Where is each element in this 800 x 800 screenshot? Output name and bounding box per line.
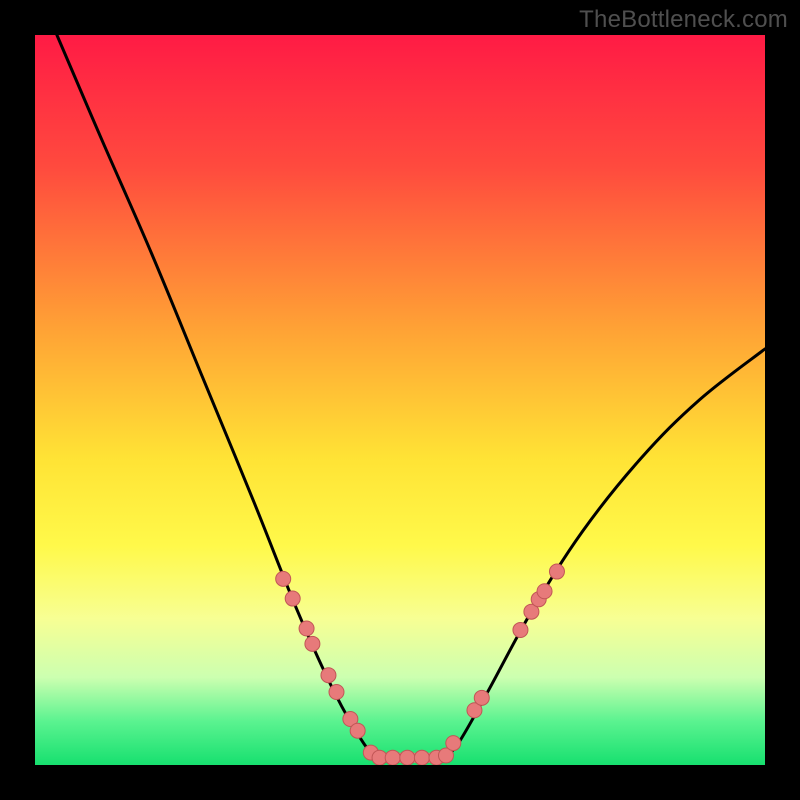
data-dot xyxy=(276,571,291,586)
data-dot xyxy=(321,668,336,683)
data-dot xyxy=(537,584,552,599)
data-dot xyxy=(446,736,461,751)
data-dot xyxy=(305,636,320,651)
data-dot xyxy=(385,750,400,765)
data-dot xyxy=(329,685,344,700)
curve-layer xyxy=(35,35,765,765)
data-dot xyxy=(285,591,300,606)
data-dot xyxy=(400,750,415,765)
data-dot xyxy=(299,621,314,636)
data-dot xyxy=(350,723,365,738)
watermark-text: TheBottleneck.com xyxy=(579,6,788,34)
plot-area xyxy=(35,35,765,765)
right-curve xyxy=(444,349,765,758)
chart-frame: TheBottleneck.com xyxy=(0,0,800,800)
data-dot xyxy=(474,690,489,705)
left-curve xyxy=(57,35,378,758)
data-dot xyxy=(549,564,564,579)
data-dot xyxy=(414,750,429,765)
data-dots xyxy=(276,564,565,765)
data-dot xyxy=(513,622,528,637)
